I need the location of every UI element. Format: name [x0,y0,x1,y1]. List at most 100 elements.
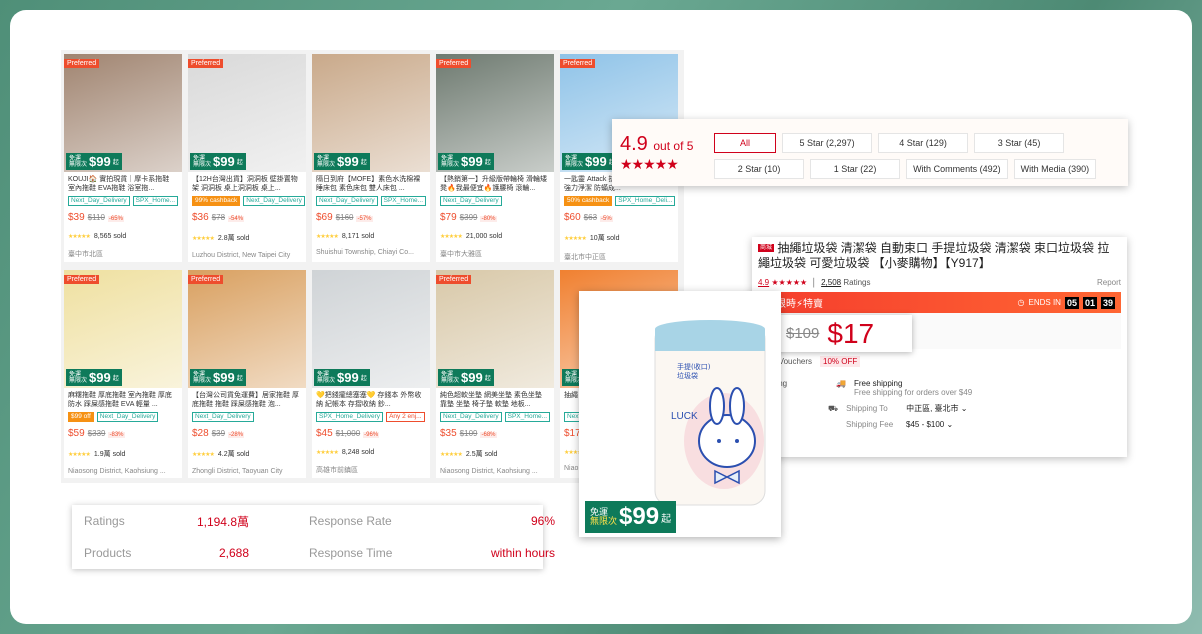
product-image[interactable]: Preferred 免運無限次$99起 [436,270,554,388]
shipping-to-select[interactable]: 中正區, 臺北市 ⌄ [906,403,967,414]
product-card[interactable]: Preferred 免運 無限次 $99 起 純色超軟坐墊 網美坐墊 素色坐墊 靠墊 … [436,270,554,478]
free-shipping-badge: 免運無限次$99起 [585,501,677,533]
free-shipping-badge: 免運無限次$99起 [438,153,494,170]
rating-filter-button[interactable]: With Comments (492) [906,159,1008,179]
product-title[interactable]: 隔日到府【MOFE】素色水洗棉裸睡床包 素色床包 雙人床包 ... [312,172,430,194]
product-image[interactable]: Preferred 免運無限次$99起 [64,270,182,388]
price-box: $109 $17 [774,315,912,352]
rating-stars-icon: ★★★★★ [440,234,463,240]
product-image[interactable]: 免運無限次$99起 [312,270,430,388]
original-price: $109 [459,429,478,438]
product-image[interactable]: Preferred 免運無限次$99起 [188,54,306,172]
free-shipping-badge: 免運無限次$99起 [66,153,122,170]
original-price: $78 [211,213,226,222]
rating-score: 4.9 out of 5 [620,133,694,155]
original-price: $339 [87,429,106,438]
canister-label-text: 手提(收口) 垃圾袋 [677,363,711,380]
product-card[interactable]: 免運 無限次 $99 起 隔日到府【MOFE】素色水洗棉裸睡床包 素色床包 雙人床包 … [312,54,430,262]
location: Zhongli District, Taoyuan City [192,468,283,475]
rating-filter-button[interactable]: With Media (390) [1013,159,1097,179]
rating-filter-button[interactable]: 5 Star (2,297) [782,133,873,153]
preferred-badge: Preferred [560,59,596,68]
ratings-count[interactable]: 2,508 [821,278,841,287]
sold-count: 8,565 sold [93,233,127,240]
product-title[interactable]: 💛把錢攏總塞塞💛 存錢本 外幣收納 紀帳本 存摺收納 鈔... [312,388,430,410]
product-card[interactable]: Preferred 免運 無限次 $99 起 麻糬拖鞋 厚底拖鞋 室內拖鞋 厚底防水 … [64,270,182,478]
stars-icon: ★★★★★ [771,278,808,288]
svg-text:LUCK: LUCK [671,411,698,422]
rating-stars-icon: ★★★★★ [620,156,679,172]
product-tag: SPX_Home... [132,196,179,206]
rating-filter-button[interactable]: 3 Star (45) [974,133,1065,153]
discount-badge: -83% [108,432,125,438]
preferred-badge: Preferred [436,59,472,68]
location: Shuishui Township, Chiayi Co... [316,249,414,256]
product-tag: $99 off [68,412,94,422]
free-shipping-badge: 免運無限次$99起 [562,153,618,170]
rating-stars-icon: ★★★★★ [68,234,91,240]
product-title[interactable]: 純色超軟坐墊 網美坐墊 素色坐墊 靠墊 坐墊 椅子墊 軟墊 地板... [436,388,554,410]
rating-stars-icon: ★★★★★ [68,451,91,458]
sold-count: 21,000 sold [465,233,503,240]
shipping-fee-select[interactable]: $45 - $100 ⌄ [906,420,953,429]
product-image[interactable]: 免運無限次$99起 [312,54,430,172]
product-card[interactable]: 免運 無限次 $99 起 💛把錢攏總塞塞💛 存錢本 外幣收納 紀帳本 存摺收納 鈔..… [312,270,430,478]
discount-badge: -28% [228,432,245,438]
sold-count: 2.8萬 sold [217,235,250,242]
rating-filter-button[interactable]: 2 Star (10) [714,159,805,179]
free-shipping-badge: 免運無限次$99起 [438,369,494,386]
discount-badge: -54% [228,216,245,222]
free-shipping-badge: 免運無限次$99起 [190,153,246,170]
preferred-badge: Preferred [188,275,224,284]
product-image[interactable]: Preferred 免運無限次$99起 [188,270,306,388]
preferred-badge: Preferred [188,59,224,68]
free-shipping-badge: 免運無限次$99起 [190,369,246,386]
product-tag: Next_Day_Delivery [440,196,502,206]
product-tag: Next_Day_Delivery [68,196,130,206]
product-title[interactable]: 【台灣公司貨免運費】居家拖鞋 厚底拖鞋 拖鞋 踩屎感拖鞋 泡... [188,388,306,410]
rating-stars-icon: ★★★★★ [192,235,215,242]
price: $45 [316,428,333,439]
price: $69 [316,212,333,223]
product-tag: SPX_Home... [504,412,551,422]
product-tag: SPX_Home_Delivery [316,412,384,422]
shop-ratings: 1,194.8萬 [196,514,249,529]
product-card[interactable]: Preferred 免運 無限次 $99 起 【熱銷第一】升級版帶輪椅 滑輪矮凳🔥我最… [436,54,554,262]
price: $28 [192,428,209,439]
rating-filter-button[interactable]: 1 Star (22) [810,159,901,179]
product-tag: Any 2 enj... [386,412,425,422]
rating-value[interactable]: 4.9 [758,278,769,287]
product-title[interactable]: 麻糬拖鞋 厚底拖鞋 室內拖鞋 厚底防水 踩屎感拖鞋 EVA 輕量 ... [64,388,182,410]
price: $59 [68,428,85,439]
product-title: 商城 抽繩垃圾袋 清潔袋 自動束口 手提垃圾袋 清潔袋 束口垃圾袋 拉繩垃圾袋 … [758,241,1110,271]
location: Niaosong District, Kaohsiung ... [68,468,166,475]
voucher-badge[interactable]: 10% OFF [820,356,861,368]
shop-stats: Ratings 1,194.8萬 Response Rate 96% Product… [72,505,555,569]
rating-filter-button[interactable]: 4 Star (129) [878,133,969,153]
product-title[interactable]: 【12H台灣出貨】洞洞板 壁掛置物架 洞洞板 桌上洞洞板 桌上... [188,172,306,194]
countdown: ◷ ENDS IN 05 01 39 [1017,296,1115,309]
product-card[interactable]: Preferred 免運 無限次 $99 起 【12H台灣出貨】洞洞板 壁掛置物架 洞… [188,54,306,262]
original-price: $160 [335,213,354,222]
rating-stars-icon: ★★★★★ [316,234,339,240]
product-title[interactable]: KOUJI🏠 實拍現貨｜摩卡系拖鞋 室內拖鞋 EVA拖鞋 浴室拖... [64,172,182,194]
location: 高雄市前鎮區 [316,467,358,474]
product-tag: Next_Day_Delivery [96,412,159,422]
location: 臺中市大雅區 [440,251,482,258]
clock-icon: ◷ [1017,298,1025,308]
product-title[interactable]: 【熱銷第一】升級版帶輪椅 滑輪矮凳🔥我最便宜🔥護腰椅 滾輪... [436,172,554,194]
product-image[interactable]: Preferred 免運無限次$99起 [64,54,182,172]
report-link[interactable]: Report [1097,278,1121,287]
response-time: within hours [490,546,555,560]
sale-price: $17 [827,317,875,349]
product-card[interactable]: Preferred 免運 無限次 $99 起 KOUJI🏠 實拍現貨｜摩卡系拖鞋 室內… [64,54,182,262]
product-count: 2,688 [218,546,249,560]
sold-count: 2.5萬 sold [465,451,498,458]
product-card[interactable]: Preferred 免運 無限次 $99 起 【台灣公司貨免運費】居家拖鞋 厚底拖鞋 … [188,270,306,478]
price: $79 [440,212,457,223]
rating-filter-button[interactable]: All [714,133,777,153]
product-image[interactable]: Preferred 免運無限次$99起 [436,54,554,172]
price: $36 [192,212,209,223]
preferred-badge: Preferred [64,275,100,284]
original-price: $39 [211,429,226,438]
